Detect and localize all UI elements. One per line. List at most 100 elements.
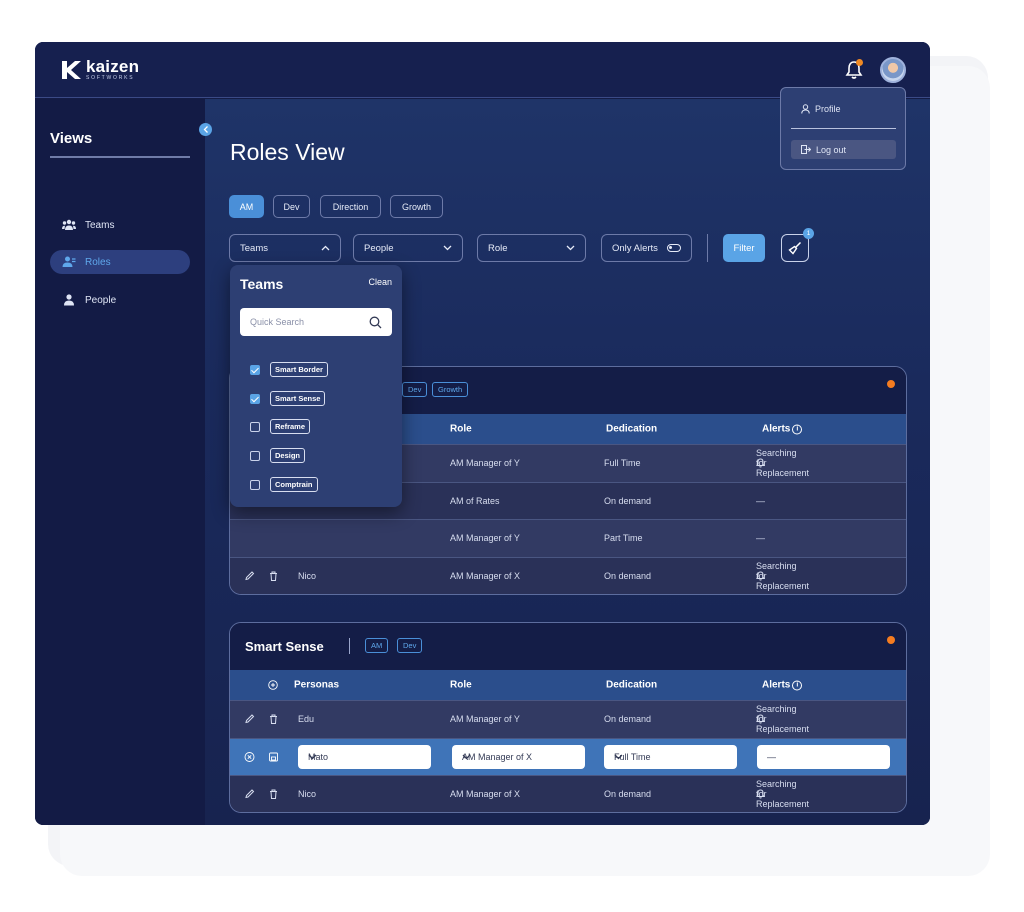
checkbox[interactable] bbox=[250, 421, 260, 432]
sidebar-item-label: People bbox=[85, 294, 117, 306]
persona-select[interactable]: Mato bbox=[298, 744, 431, 769]
chip-direction[interactable]: Direction bbox=[320, 195, 381, 218]
team-option[interactable]: Smart Border bbox=[250, 362, 328, 377]
dedication-select[interactable]: Full Time bbox=[604, 744, 737, 769]
quick-search-placeholder: Quick Search bbox=[250, 317, 305, 327]
sidebar-item-teams[interactable]: Teams bbox=[50, 213, 190, 237]
save-icon[interactable] bbox=[268, 751, 279, 762]
checkbox[interactable] bbox=[250, 450, 260, 461]
cell-name: Nico bbox=[298, 570, 317, 581]
logout-button[interactable]: Log out bbox=[791, 140, 896, 159]
column-alerts: Alerts i bbox=[762, 423, 803, 435]
chip-growth[interactable]: Growth bbox=[390, 195, 443, 218]
add-row-plus-icon[interactable] bbox=[268, 680, 278, 690]
user-avatar[interactable] bbox=[880, 57, 906, 83]
edit-pencil-icon[interactable] bbox=[244, 714, 255, 725]
popup-title: Teams bbox=[240, 276, 284, 292]
cell-alert-text: Searching for Replacement bbox=[756, 560, 810, 591]
person-icon bbox=[64, 294, 74, 306]
card-chip-dev[interactable]: Dev bbox=[402, 382, 428, 397]
sidebar-item-label: Teams bbox=[85, 219, 115, 231]
cancel-edit-icon[interactable] bbox=[244, 751, 255, 762]
sidebar-item-roles[interactable]: Roles bbox=[50, 250, 190, 274]
toggle-switch-icon bbox=[667, 244, 681, 252]
team-option-label: Reframe bbox=[270, 419, 311, 434]
column-alerts-label: Alerts bbox=[762, 423, 791, 435]
team-option[interactable]: Smart Sense bbox=[250, 391, 326, 406]
brand-logo[interactable]: kaizen SOFTWORKS bbox=[60, 58, 139, 81]
cell-role: AM Manager of Y bbox=[450, 714, 520, 725]
alert-input[interactable]: — bbox=[757, 744, 890, 769]
edit-pencil-icon[interactable] bbox=[244, 789, 255, 800]
dedication-select-value: Full Time bbox=[614, 751, 651, 762]
teams-dropdown-label: Teams bbox=[240, 242, 268, 254]
cell-role: AM Manager of Y bbox=[450, 458, 520, 469]
chip-am[interactable]: AM bbox=[229, 195, 264, 218]
table-row[interactable]: Nico AM Manager of X On demand Searching… bbox=[230, 775, 906, 812]
table-row[interactable]: AM Manager of Y Part Time — bbox=[230, 519, 906, 557]
team-option[interactable]: Design bbox=[250, 448, 306, 463]
quick-search-input[interactable]: Quick Search bbox=[240, 308, 392, 336]
edit-pencil-icon[interactable] bbox=[244, 570, 255, 581]
table-row[interactable]: Edu AM Manager of Y On demand Searching … bbox=[230, 700, 906, 738]
role-dropdown-label: Role bbox=[488, 242, 508, 254]
only-alerts-toggle[interactable]: Only Alerts bbox=[601, 234, 692, 262]
collapse-sidebar-button[interactable] bbox=[199, 123, 212, 136]
cell-name: Edu bbox=[298, 714, 315, 725]
cell-dedication: On demand bbox=[604, 789, 652, 800]
broom-icon bbox=[788, 241, 802, 255]
role-dropdown[interactable]: Role bbox=[477, 234, 586, 262]
profile-menu-divider bbox=[791, 128, 896, 129]
profile-menu-item[interactable]: Profile bbox=[801, 104, 841, 114]
cell-alert-text: Searching for Replacement bbox=[756, 704, 810, 735]
sidebar: Views Teams Roles People bbox=[35, 99, 205, 825]
card-chip-growth[interactable]: Growth bbox=[432, 382, 469, 397]
user-role-icon bbox=[62, 256, 76, 267]
brand-name: kaizen bbox=[86, 57, 140, 76]
column-role: Role bbox=[450, 423, 472, 435]
table-row-editing[interactable]: Mato AM Manager of X Full Time — bbox=[230, 737, 906, 775]
delete-trash-icon[interactable] bbox=[268, 570, 279, 581]
delete-trash-icon[interactable] bbox=[268, 714, 279, 725]
user-icon bbox=[801, 104, 810, 114]
cell-alert: — bbox=[756, 533, 765, 544]
chevron-up-icon bbox=[321, 245, 330, 251]
filter-count-badge: 1 bbox=[803, 228, 814, 239]
checkbox-checked[interactable] bbox=[250, 364, 260, 375]
column-alerts-label: Alerts bbox=[762, 679, 791, 691]
sidebar-title: Views bbox=[50, 130, 93, 147]
info-icon[interactable]: i bbox=[792, 680, 803, 690]
info-icon[interactable]: i bbox=[792, 424, 803, 434]
teams-dropdown[interactable]: Teams bbox=[229, 234, 341, 262]
sidebar-item-people[interactable]: People bbox=[50, 288, 190, 312]
only-alerts-label: Only Alerts bbox=[612, 242, 658, 254]
alert-dot bbox=[887, 380, 895, 388]
column-personas: Personas bbox=[294, 679, 340, 691]
persona-select-value: Mato bbox=[308, 751, 329, 762]
role-select[interactable]: AM Manager of X bbox=[452, 744, 585, 769]
card-chip-am[interactable]: AM bbox=[365, 638, 389, 653]
brand-subtitle: SOFTWORKS bbox=[86, 75, 135, 81]
cell-dedication: Part Time bbox=[604, 533, 643, 544]
delete-trash-icon[interactable] bbox=[268, 789, 279, 800]
cell-alert: Searching for Replacement bbox=[756, 779, 809, 809]
team-option[interactable]: Comptrain bbox=[250, 477, 318, 492]
cell-alert: Searching for Replacement bbox=[756, 448, 809, 478]
people-dropdown[interactable]: People bbox=[353, 234, 463, 262]
sidebar-divider bbox=[50, 156, 190, 158]
team-option-label: Smart Sense bbox=[270, 391, 326, 406]
team-option-label: Comptrain bbox=[270, 477, 318, 492]
clean-button[interactable]: Clean bbox=[368, 277, 392, 287]
chevron-down-icon bbox=[566, 245, 575, 251]
filter-button[interactable]: Filter bbox=[723, 234, 765, 262]
cell-dedication: Full Time bbox=[604, 458, 641, 469]
team-option-label: Smart Border bbox=[270, 362, 328, 377]
chip-dev[interactable]: Dev bbox=[273, 195, 310, 218]
checkbox-checked[interactable] bbox=[250, 393, 260, 404]
table-row[interactable]: Nico AM Manager of X On demand Searching… bbox=[230, 556, 906, 594]
team-option[interactable]: Reframe bbox=[250, 419, 311, 434]
cell-role: AM of Rates bbox=[450, 495, 500, 506]
card-chip-dev[interactable]: Dev bbox=[397, 638, 423, 653]
checkbox[interactable] bbox=[250, 479, 260, 490]
cell-role: AM Manager of Y bbox=[450, 533, 520, 544]
